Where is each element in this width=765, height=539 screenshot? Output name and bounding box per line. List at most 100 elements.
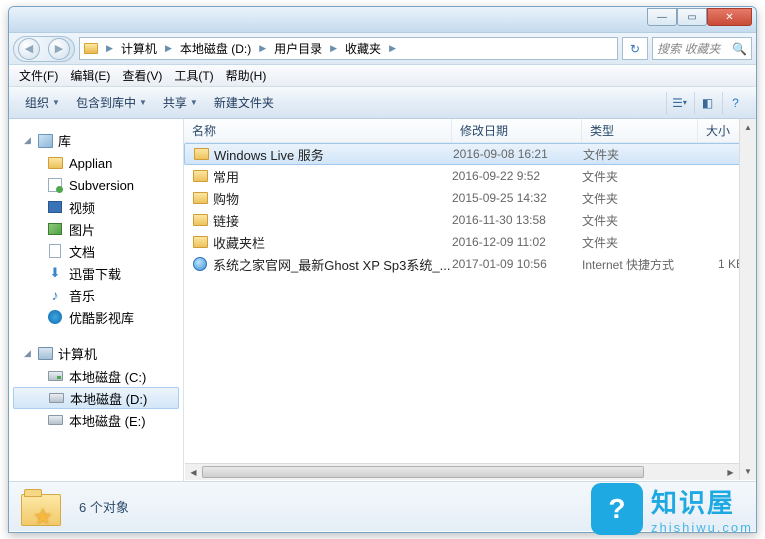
file-name: 收藏夹栏: [213, 233, 265, 252]
scroll-up-icon[interactable]: ▲: [740, 119, 756, 136]
sidebar-item-label: Applian: [69, 156, 112, 171]
file-date: 2015-09-25 14:32: [452, 191, 582, 205]
breadcrumb-seg-computer[interactable]: 计算机: [117, 38, 161, 59]
menu-tools[interactable]: 工具(T): [168, 65, 219, 86]
file-row[interactable]: 常用 2016-09-22 9:52 文件夹: [184, 165, 756, 187]
sidebar-item-videos[interactable]: 视频: [9, 196, 183, 218]
toolbar-right: ☰ ▾ ◧ ?: [666, 92, 748, 114]
preview-pane-button[interactable]: ◧: [694, 92, 720, 114]
sidebar-item-drive-d[interactable]: 本地磁盘 (D:): [13, 387, 179, 409]
file-row[interactable]: 收藏夹栏 2016-12-09 11:02 文件夹: [184, 231, 756, 253]
sidebar-item-youku[interactable]: 优酷影视库: [9, 306, 183, 328]
chevron-down-icon: ▼: [52, 98, 60, 107]
file-date: 2016-09-08 16:21: [453, 147, 583, 161]
favorites-folder-icon: ★: [21, 486, 63, 528]
close-button[interactable]: ✕: [707, 8, 752, 26]
file-date: 2017-01-09 10:56: [452, 257, 582, 271]
file-row[interactable]: 链接 2016-11-30 13:58 文件夹: [184, 209, 756, 231]
breadcrumb-sep: ▶: [326, 43, 341, 54]
file-type: 文件夹: [583, 146, 699, 163]
column-header-type[interactable]: 类型: [582, 119, 698, 142]
tree-group-libraries: ◢ 库 Applian Subversion 视频 图片 文档 ⬇迅雷下载 ♪音…: [9, 129, 183, 328]
scroll-thumb[interactable]: [202, 466, 644, 478]
breadcrumb-seg-favorites[interactable]: 收藏夹: [341, 38, 385, 59]
file-row[interactable]: 系统之家官网_最新Ghost XP Sp3系统_... 2017-01-09 1…: [184, 253, 756, 275]
watermark-cn: 知识屋: [651, 483, 753, 520]
menu-file[interactable]: 文件(F): [13, 65, 64, 86]
minimize-icon: —: [657, 12, 667, 23]
drive-icon: [47, 412, 63, 428]
scroll-thumb[interactable]: [740, 136, 756, 463]
maximize-icon: ▭: [687, 12, 696, 23]
scroll-right-icon[interactable]: ▶: [722, 464, 739, 480]
sidebar-item-label: Subversion: [69, 178, 134, 193]
sidebar-item-pictures[interactable]: 图片: [9, 218, 183, 240]
window-controls: — ▭ ✕: [647, 8, 752, 26]
search-icon: 🔍: [732, 42, 747, 56]
refresh-button[interactable]: ↻: [622, 37, 648, 60]
main-area: ◢ 库 Applian Subversion 视频 图片 文档 ⬇迅雷下载 ♪音…: [9, 119, 756, 481]
expand-icon[interactable]: ◢: [23, 136, 32, 145]
folder-icon: [192, 168, 208, 184]
sidebar-item-label: 本地磁盘 (C:): [69, 367, 146, 386]
horizontal-scrollbar[interactable]: ◀ ▶: [185, 463, 739, 480]
maximize-button[interactable]: ▭: [677, 8, 707, 26]
file-row[interactable]: 购物 2015-09-25 14:32 文件夹: [184, 187, 756, 209]
sidebar-item-applian[interactable]: Applian: [9, 152, 183, 174]
file-list: Windows Live 服务 2016-09-08 16:21 文件夹 常用 …: [184, 143, 756, 481]
file-date: 2016-09-22 9:52: [452, 169, 582, 183]
svn-icon: [47, 177, 63, 193]
breadcrumb-sep: ▶: [102, 43, 117, 54]
folder-icon: [192, 190, 208, 206]
minimize-button[interactable]: —: [647, 8, 677, 26]
search-input[interactable]: 搜索 收藏夹 🔍: [652, 37, 752, 60]
vertical-scrollbar[interactable]: ▲ ▼: [739, 119, 756, 480]
sidebar-item-thunder[interactable]: ⬇迅雷下载: [9, 262, 183, 284]
content-area: 名称 修改日期 类型 大小 Windows Live 服务 2016-09-08…: [184, 119, 756, 481]
back-button[interactable]: ◀: [18, 38, 40, 60]
tree-group-computer: ◢ 计算机 本地磁盘 (C:) 本地磁盘 (D:) 本地磁盘 (E:): [9, 342, 183, 431]
toolbar-organize[interactable]: 组织▼: [17, 90, 68, 115]
sidebar: ◢ 库 Applian Subversion 视频 图片 文档 ⬇迅雷下载 ♪音…: [9, 119, 184, 481]
sidebar-item-drive-c[interactable]: 本地磁盘 (C:): [9, 365, 183, 387]
toolbar-newfolder[interactable]: 新建文件夹: [206, 90, 282, 115]
help-button[interactable]: ?: [722, 92, 748, 114]
expand-icon[interactable]: ◢: [23, 349, 32, 358]
folder-icon: [192, 212, 208, 228]
scroll-left-icon[interactable]: ◀: [185, 464, 202, 480]
watermark-text: 知识屋 zhishiwu.com: [651, 483, 753, 535]
file-name: 购物: [213, 189, 239, 208]
toolbar-include-label: 包含到库中: [76, 94, 136, 111]
sidebar-item-drive-e[interactable]: 本地磁盘 (E:): [9, 409, 183, 431]
breadcrumb-seg-userdir[interactable]: 用户目录: [270, 38, 326, 59]
close-icon: ✕: [725, 12, 733, 23]
toolbar-share[interactable]: 共享▼: [155, 90, 206, 115]
search-placeholder: 搜索 收藏夹: [657, 40, 720, 57]
column-header-name[interactable]: 名称: [184, 119, 452, 142]
column-header-date[interactable]: 修改日期: [452, 119, 582, 142]
breadcrumb[interactable]: ▶ 计算机 ▶ 本地磁盘 (D:) ▶ 用户目录 ▶ 收藏夹 ▶: [79, 37, 618, 60]
sidebar-item-documents[interactable]: 文档: [9, 240, 183, 262]
menu-view[interactable]: 查看(V): [116, 65, 168, 86]
file-row[interactable]: Windows Live 服务 2016-09-08 16:21 文件夹: [184, 143, 756, 165]
video-icon: [47, 199, 63, 215]
breadcrumb-sep: ▶: [255, 43, 270, 54]
view-mode-button[interactable]: ☰ ▾: [666, 92, 692, 114]
forward-button[interactable]: ▶: [48, 38, 70, 60]
tree-root-computer[interactable]: ◢ 计算机: [9, 342, 183, 365]
sidebar-item-subversion[interactable]: Subversion: [9, 174, 183, 196]
menu-help[interactable]: 帮助(H): [220, 65, 273, 86]
sidebar-item-label: 优酷影视库: [69, 308, 134, 327]
scroll-down-icon[interactable]: ▼: [740, 463, 756, 480]
breadcrumb-seg-drive[interactable]: 本地磁盘 (D:): [176, 38, 255, 59]
sidebar-item-label: 音乐: [69, 286, 95, 305]
file-date: 2016-11-30 13:58: [452, 213, 582, 227]
toolbar-include[interactable]: 包含到库中▼: [68, 90, 155, 115]
address-bar-row: ◀ ▶ ▶ 计算机 ▶ 本地磁盘 (D:) ▶ 用户目录 ▶ 收藏夹 ▶ ↻ 搜…: [9, 33, 756, 65]
sidebar-item-music[interactable]: ♪音乐: [9, 284, 183, 306]
menu-edit[interactable]: 编辑(E): [64, 65, 116, 86]
toolbar-newfolder-label: 新建文件夹: [214, 94, 274, 111]
chevron-down-icon: ▼: [139, 98, 147, 107]
tree-root-libraries[interactable]: ◢ 库: [9, 129, 183, 152]
toolbar-share-label: 共享: [163, 94, 187, 111]
